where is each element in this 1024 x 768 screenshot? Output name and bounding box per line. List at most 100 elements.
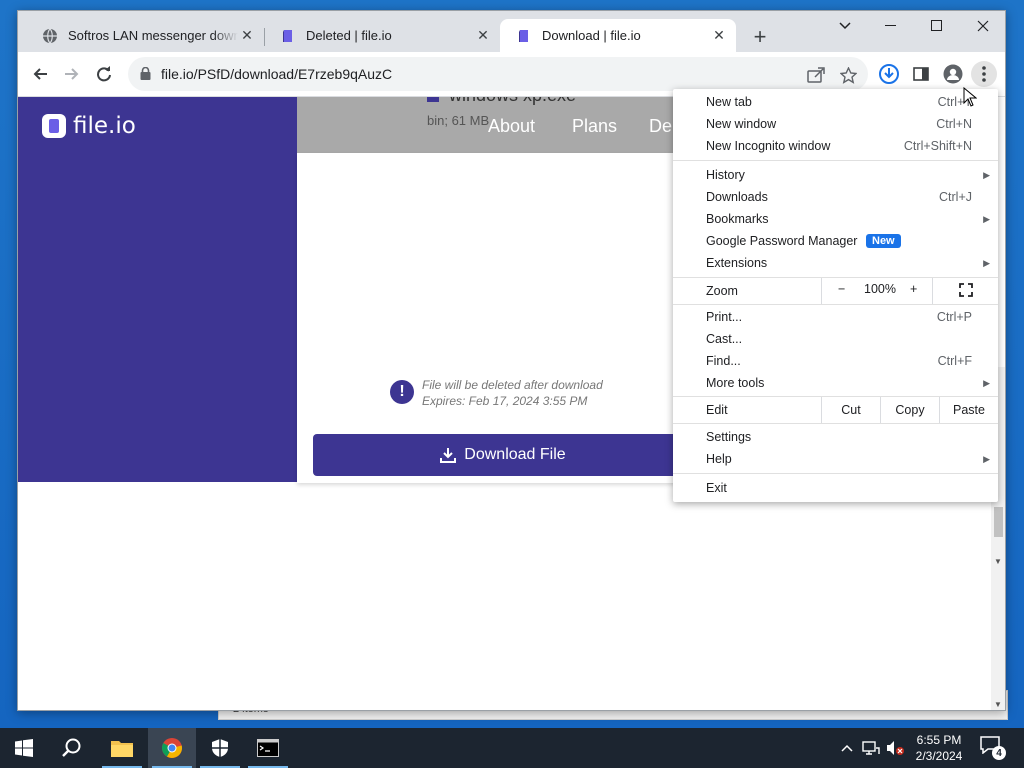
menu-shortcut: Ctrl+P	[936, 310, 972, 324]
maximize-button[interactable]	[914, 11, 960, 41]
scroll-down-icon[interactable]: ▼	[994, 557, 1002, 566]
taskbar-clock[interactable]: 6:55 PM 2/3/2024	[906, 732, 972, 764]
menu-find[interactable]: Find... Ctrl+F	[673, 350, 998, 372]
tab-title: Softros LAN messenger download	[68, 28, 238, 43]
security-taskbar-button[interactable]	[196, 728, 244, 768]
lock-icon[interactable]	[140, 66, 151, 85]
zoom-out-button[interactable]: −	[838, 282, 845, 296]
copy-button[interactable]: Copy	[880, 397, 939, 423]
download-button-label: Download File	[464, 446, 566, 463]
windows-icon	[15, 739, 33, 757]
chrome-icon	[161, 738, 183, 758]
fileio-logo[interactable]: file.io	[42, 113, 136, 139]
tab-close-icon[interactable]: ✕	[710, 27, 728, 45]
menu-history[interactable]: History ▶	[673, 164, 998, 186]
bookmark-star-icon[interactable]	[838, 65, 858, 85]
volume-tray-button[interactable]	[884, 728, 906, 768]
tab-softros[interactable]: Softros LAN messenger download ✕	[26, 19, 264, 52]
download-file-button[interactable]: Download File	[313, 434, 693, 476]
menu-separator	[673, 423, 998, 424]
action-center-button[interactable]: 4	[980, 736, 1006, 760]
menu-new-incognito[interactable]: New Incognito window Ctrl+Shift+N	[673, 135, 998, 157]
menu-label: New Incognito window	[706, 139, 831, 153]
file-name-row: windows xp.exe	[427, 97, 576, 106]
brand-panel: file.io	[18, 97, 297, 482]
terminal-taskbar-button[interactable]	[244, 728, 292, 768]
tab-close-icon[interactable]: ✕	[474, 27, 492, 45]
download-icon	[440, 447, 457, 463]
scroll-bottom-icon[interactable]: ▼	[994, 700, 1002, 709]
mouse-cursor-icon	[963, 87, 977, 107]
menu-new-tab[interactable]: New tab Ctrl+T	[673, 91, 998, 113]
paste-button[interactable]: Paste	[939, 397, 998, 423]
file-type-icon	[427, 97, 439, 102]
window-close-button[interactable]	[960, 11, 1005, 41]
menu-bookmarks[interactable]: Bookmarks ▶	[673, 208, 998, 230]
search-icon	[62, 738, 81, 757]
menu-print[interactable]: Print... Ctrl+P	[673, 306, 998, 328]
menu-password-manager[interactable]: Google Password Manager New	[673, 230, 998, 252]
menu-label: Downloads	[706, 190, 768, 204]
menu-cast[interactable]: Cast...	[673, 328, 998, 350]
chrome-menu-button[interactable]	[971, 61, 997, 87]
menu-shortcut: Ctrl+Shift+N	[903, 139, 972, 153]
menu-exit[interactable]: Exit	[673, 477, 998, 499]
cut-button[interactable]: Cut	[821, 397, 880, 423]
forward-button[interactable]	[58, 60, 86, 88]
volume-muted-icon	[887, 741, 904, 755]
menu-label: Settings	[706, 430, 752, 444]
start-button[interactable]	[0, 728, 48, 768]
tab-close-icon[interactable]: ✕	[238, 27, 256, 45]
menu-shortcut: Ctrl+F	[937, 354, 972, 368]
url-text[interactable]: file.io/PSfD/download/E7rzeb9qAuzC	[161, 66, 392, 82]
new-tab-button[interactable]: +	[748, 24, 772, 49]
menu-label: More tools	[706, 376, 765, 390]
tab-search-icon[interactable]	[822, 11, 868, 41]
fileio-icon	[516, 28, 532, 44]
submenu-arrow-icon: ▶	[983, 453, 990, 464]
menu-label: History	[706, 168, 745, 182]
search-button[interactable]	[48, 728, 96, 768]
nav-about[interactable]: About	[488, 116, 535, 137]
chrome-taskbar-button[interactable]	[148, 728, 196, 768]
taskbar: 6:55 PM 2/3/2024 4	[0, 728, 1024, 768]
network-icon	[862, 741, 880, 755]
share-icon[interactable]	[806, 65, 826, 85]
fileio-logo-icon	[42, 114, 66, 138]
menu-extensions[interactable]: Extensions ▶	[673, 252, 998, 274]
menu-new-window[interactable]: New window Ctrl+N	[673, 113, 998, 135]
edit-label: Edit	[706, 403, 728, 417]
zoom-label: Zoom	[706, 284, 738, 298]
address-bar[interactable]: file.io/PSfD/download/E7rzeb9qAuzC	[128, 57, 868, 91]
scrollbar-thumb[interactable]	[994, 507, 1003, 537]
tab-download[interactable]: Download | file.io ✕	[500, 19, 736, 52]
file-explorer-taskbar-button[interactable]	[98, 728, 146, 768]
globe-icon	[42, 28, 58, 44]
fullscreen-button[interactable]	[932, 278, 998, 304]
fileio-icon	[280, 28, 296, 44]
show-hidden-icons-button[interactable]	[838, 728, 856, 768]
reload-button[interactable]	[90, 60, 118, 88]
menu-separator	[673, 304, 998, 305]
side-panel-icon[interactable]	[908, 61, 934, 87]
menu-more-tools[interactable]: More tools ▶	[673, 372, 998, 394]
minimize-button[interactable]	[868, 11, 914, 41]
back-button[interactable]	[26, 60, 54, 88]
profile-avatar-icon[interactable]	[940, 61, 966, 87]
network-tray-button[interactable]	[860, 728, 882, 768]
menu-shortcut: Ctrl+N	[936, 117, 972, 131]
menu-separator	[673, 473, 998, 474]
nav-developers[interactable]: De	[649, 116, 672, 137]
menu-downloads[interactable]: Downloads Ctrl+J	[673, 186, 998, 208]
shield-icon	[212, 739, 228, 757]
tab-deleted[interactable]: Deleted | file.io ✕	[264, 19, 500, 52]
chevron-up-icon	[841, 744, 853, 752]
nav-plans[interactable]: Plans	[572, 116, 617, 137]
downloads-icon[interactable]	[876, 61, 902, 87]
header-overlay: windows xp.exe bin; 61 MB About Plans De	[297, 97, 697, 153]
submenu-arrow-icon: ▶	[983, 377, 990, 388]
menu-help[interactable]: Help ▶	[673, 448, 998, 470]
chrome-main-menu: New tab Ctrl+T New window Ctrl+N New Inc…	[673, 89, 998, 502]
zoom-in-button[interactable]: +	[910, 282, 917, 296]
menu-settings[interactable]: Settings	[673, 426, 998, 448]
